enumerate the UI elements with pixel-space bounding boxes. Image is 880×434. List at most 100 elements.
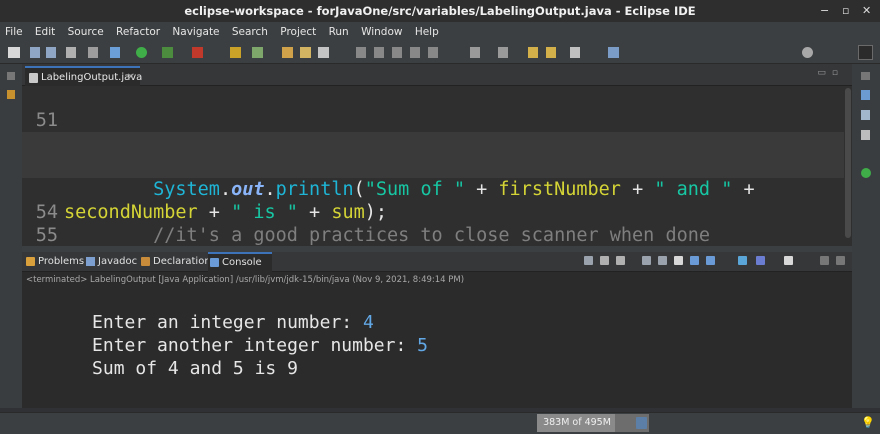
coverage-icon[interactable] [162,47,173,58]
terminal-icon[interactable] [66,47,76,58]
console-line: Enter an integer number: 4 [27,288,374,333]
menu-window[interactable]: Window [361,26,402,38]
lightbulb-icon[interactable]: 💡 [861,416,875,429]
menu-search[interactable]: Search [232,26,268,38]
editor-scrollbar[interactable] [844,86,852,246]
view-minimize-icon[interactable] [820,256,829,265]
back-icon[interactable] [546,47,556,58]
code-line: 52 int sum = firstNumber + secondNumber; [22,109,852,177]
minimize-button[interactable]: − [820,0,829,22]
tab-console-label: Console [222,257,262,268]
editor-minimize-maximize-icon[interactable]: ▭▫ [817,68,844,78]
block-selection-icon[interactable] [392,47,402,58]
run-icon[interactable] [136,47,147,58]
java-perspective-icon[interactable] [858,45,873,60]
search-icon[interactable] [802,47,813,58]
javadoc-icon [86,257,95,266]
word-wrap-console-icon[interactable] [674,256,683,265]
view-maximize-icon[interactable] [836,256,845,265]
menu-file[interactable]: File [5,26,23,38]
menu-bar: File Edit Source Refactor Navigate Searc… [0,22,880,42]
display-console-icon[interactable] [756,256,765,265]
word-wrap-icon[interactable] [410,47,420,58]
pin-console-icon[interactable] [738,256,747,265]
garbage-collect-icon[interactable] [636,417,647,429]
code-line: 55 scan.close(); [22,201,852,246]
last-edit-icon[interactable] [528,47,538,58]
external-tools-icon[interactable] [192,47,203,58]
tab-javadoc[interactable]: Javadoc [84,252,139,272]
editor-tab-bar: LabelingOutput.java ✕ ▭▫ [22,64,852,86]
code-line-wrapped: secondNumber + " is " + sum); [22,155,852,223]
restore-right-icon[interactable] [861,72,870,80]
menu-run[interactable]: Run [329,26,349,38]
show-on-error-icon[interactable] [706,256,715,265]
bookmarks-icon[interactable] [861,130,870,140]
menu-navigate[interactable]: Navigate [172,26,219,38]
outline-icon[interactable] [861,90,870,100]
console-icon [210,258,219,267]
declaration-icon [141,257,150,266]
console-status-line: <terminated> LabelingOutput [Java Applic… [22,272,852,288]
debug-icon[interactable] [110,47,120,58]
remove-all-icon[interactable] [616,256,625,265]
menu-help[interactable]: Help [415,26,439,38]
remove-launch-icon[interactable] [600,256,609,265]
tab-console[interactable]: Console [208,252,272,272]
heap-status-text: 383M of 495M [543,417,611,428]
console-line: Sum of 4 and 5 is 9 [27,334,298,379]
code-line-current: 53 System.out.println("Sum of " + firstN… [22,132,852,200]
save-icon[interactable] [30,47,40,58]
terminate-icon[interactable] [584,256,593,265]
status-bar [0,412,880,434]
tab-problems-label: Problems [38,256,85,267]
menu-project[interactable]: Project [280,26,316,38]
scrollbar-thumb[interactable] [845,88,851,238]
task-list-icon[interactable] [861,110,870,120]
open-console-icon[interactable] [784,256,793,265]
menu-refactor[interactable]: Refactor [116,26,160,38]
tab-declaration-label: Declaration [153,256,211,267]
mark-occurrences-icon[interactable] [374,47,384,58]
skip-breakpoints-icon[interactable] [88,47,98,58]
code-line: 56 } [22,224,852,246]
show-on-output-icon[interactable] [690,256,699,265]
pin-editor-icon[interactable] [608,47,619,58]
tab-declaration[interactable]: Declaration [139,252,211,272]
console-input: 5 [417,335,428,356]
new-package-icon[interactable] [252,47,263,58]
maximize-button[interactable]: ▫ [842,0,849,22]
editor-tab-labelingoutput[interactable]: LabelingOutput.java ✕ [25,66,142,88]
new-icon[interactable] [8,47,20,58]
code-line: 54 //it's a good practices to close scan… [22,178,852,246]
console-toolbar [580,256,850,268]
close-button[interactable]: ✕ [862,0,871,22]
console-output[interactable]: Enter an integer number: 4 Enter another… [22,288,852,408]
forward-icon[interactable] [570,47,580,58]
close-tab-icon[interactable]: ✕ [127,68,135,88]
new-java-project-icon[interactable] [230,47,241,58]
title-bar: eclipse-workspace - forJavaOne/src/varia… [0,0,880,22]
tab-problems[interactable]: Problems [24,252,85,272]
open-type-icon[interactable] [282,47,293,58]
scroll-lock-icon[interactable] [658,256,667,265]
prev-annotation-icon[interactable] [498,47,508,58]
restore-icon[interactable] [7,72,15,80]
java-file-icon [29,73,38,83]
window-title: eclipse-workspace - forJavaOne/src/varia… [184,4,696,18]
package-explorer-icon[interactable] [7,90,15,99]
code-editor[interactable]: 51 int secondNumber = scan.nextInt(); 52… [22,86,852,246]
menu-edit[interactable]: Edit [35,26,55,38]
code-line: 51 int secondNumber = scan.nextInt(); [22,86,852,154]
search-tool-icon[interactable] [318,47,329,58]
main-toolbar [0,42,880,64]
menu-source[interactable]: Source [68,26,104,38]
next-annotation-icon[interactable] [470,47,480,58]
web-browser-icon[interactable] [861,168,871,178]
clear-console-icon[interactable] [642,256,651,265]
open-task-icon[interactable] [300,47,311,58]
show-whitespace-icon[interactable] [428,47,438,58]
annotation-icon[interactable] [356,47,366,58]
left-trim [0,64,22,408]
save-all-icon[interactable] [46,47,56,58]
